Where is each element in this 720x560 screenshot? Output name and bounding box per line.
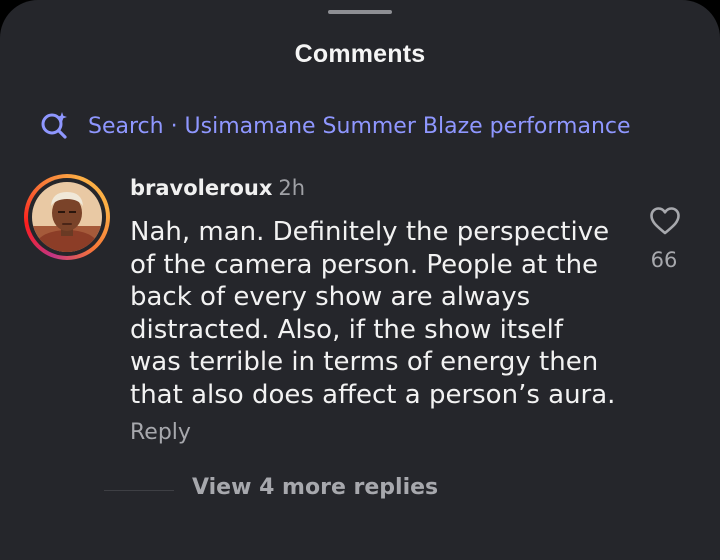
drag-handle[interactable] <box>328 10 392 14</box>
search-suggestion-text: Search · Usimamane Summer Blaze performa… <box>88 113 631 139</box>
replies-divider <box>104 490 174 491</box>
reply-button[interactable]: Reply <box>130 420 191 445</box>
heart-outline-icon[interactable] <box>649 206 681 236</box>
like-count: 66 <box>650 248 678 272</box>
search-suggestion[interactable]: Search · Usimamane Summer Blaze performa… <box>40 110 631 142</box>
comment-body: Nah, man. Definitely the perspective of … <box>130 217 616 410</box>
avatar-story-ring[interactable] <box>24 174 110 260</box>
comment-header: bravoleroux 2h <box>130 176 305 200</box>
view-more-replies-button[interactable]: View 4 more replies <box>192 475 438 500</box>
sheet-title: Comments <box>294 40 426 68</box>
comment-username[interactable]: bravoleroux <box>130 176 272 200</box>
search-sparkle-icon <box>40 111 70 141</box>
comment-timestamp: 2h <box>278 176 306 200</box>
avatar <box>32 182 102 252</box>
comments-sheet: Comments Search · Usimamane Summer Blaze… <box>0 0 720 560</box>
